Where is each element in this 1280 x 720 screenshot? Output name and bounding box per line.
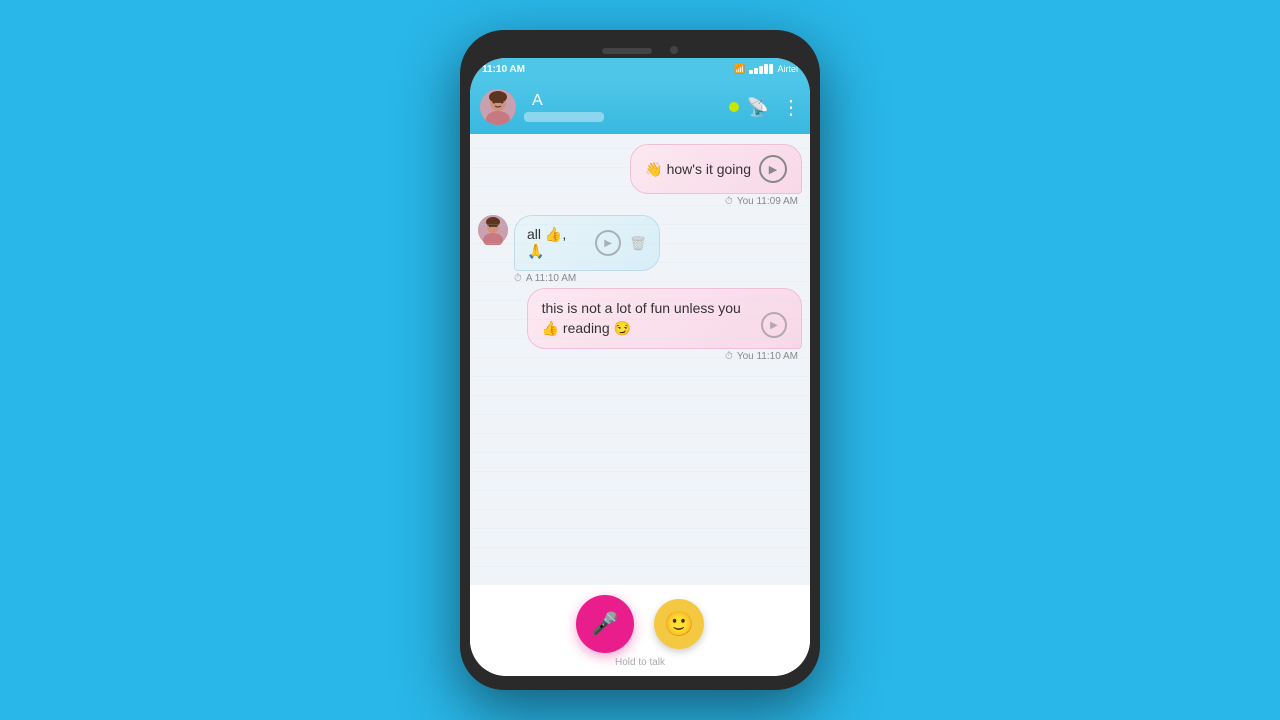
message-meta-3: ⏱ You 11:10 AM <box>725 351 802 362</box>
message-row-2: all 👍, 🙏 ▶ 🗑 <box>478 215 660 271</box>
action-buttons: 🎤 🙂 <box>576 595 704 653</box>
message-meta-2: ⏱ A 11:10 AM <box>478 273 576 284</box>
timer-icon-3: ⏱ <box>725 351 733 362</box>
status-right: 📶 Airtel <box>734 64 798 75</box>
signal-dot-5 <box>769 64 773 74</box>
signal-dots <box>749 64 773 74</box>
message-bubble-2: all 👍, 🙏 ▶ 🗑 <box>514 215 660 271</box>
bottom-toolbar: 🎤 🙂 Hold to talk <box>470 585 810 676</box>
message-text-1: 👋 how's it going <box>645 161 751 178</box>
hold-to-talk-label: Hold to talk <box>615 657 665 668</box>
more-options-icon[interactable]: ⋮ <box>781 95 800 120</box>
play-button-1[interactable]: ▶ <box>759 155 787 183</box>
app-header: A 📡 ⋮ <box>470 80 810 134</box>
mic-button[interactable]: 🎤 <box>576 595 634 653</box>
message-timestamp-3: You 11:10 AM <box>737 351 798 362</box>
incoming-avatar-2 <box>478 215 508 245</box>
message-incoming-2: all 👍, 🙏 ▶ 🗑 ⏱ A 11:10 AM <box>478 215 802 284</box>
status-time: 11:10 AM <box>482 64 525 75</box>
play-button-2[interactable]: ▶ <box>595 230 621 256</box>
phone-speaker <box>602 48 652 54</box>
contact-status-blur <box>524 112 604 122</box>
incoming-avatar-svg <box>478 215 508 245</box>
avatar-svg <box>480 89 516 125</box>
message-meta-1: ⏱ You 11:09 AM <box>725 196 802 207</box>
message-text-3: this is not a lot of fun unless you 👍 re… <box>542 299 753 338</box>
message-text-2: all 👍, 🙏 <box>527 226 587 260</box>
online-status-dot <box>729 102 739 112</box>
emoji-icon: 🙂 <box>664 610 694 639</box>
message-bubble-1: 👋 how's it going ▶ <box>630 144 802 194</box>
contact-avatar <box>480 89 516 125</box>
message-outgoing-3: this is not a lot of fun unless you 👍 re… <box>478 288 802 362</box>
status-bar: 11:10 AM 📶 Airtel <box>470 58 810 80</box>
chat-messages-area: 👋 how's it going ▶ ⏱ You 11:09 AM <box>470 134 810 585</box>
message-timestamp-2: A 11:10 AM <box>526 273 576 284</box>
play-button-3[interactable]: ▶ <box>761 312 787 338</box>
phone-camera <box>670 46 678 54</box>
signal-dot-2 <box>754 68 758 74</box>
avatar-image <box>480 89 516 125</box>
contact-name: A <box>532 92 543 109</box>
signal-dot-3 <box>759 66 763 74</box>
emoji-button[interactable]: 🙂 <box>654 599 704 649</box>
phone-device: 11:10 AM 📶 Airtel <box>460 30 820 690</box>
delete-button-2[interactable]: 🗑 <box>629 235 647 252</box>
broadcast-icon[interactable]: 📡 <box>747 97 769 118</box>
header-icons: 📡 ⋮ <box>747 95 800 120</box>
header-name-area: A <box>524 92 729 122</box>
carrier-name: Airtel <box>777 64 798 74</box>
signal-dot-1 <box>749 70 753 74</box>
timer-icon-2: ⏱ <box>514 273 522 284</box>
phone-screen: 11:10 AM 📶 Airtel <box>470 58 810 676</box>
phone-notch <box>470 40 810 58</box>
wifi-icon: 📶 <box>734 64 745 75</box>
message-bubble-3: this is not a lot of fun unless you 👍 re… <box>527 288 802 349</box>
signal-dot-4 <box>764 64 768 74</box>
timer-icon-1: ⏱ <box>725 196 733 207</box>
message-timestamp-1: You 11:09 AM <box>737 196 798 207</box>
message-outgoing-1: 👋 how's it going ▶ ⏱ You 11:09 AM <box>478 144 802 207</box>
mic-icon: 🎤 <box>591 611 618 637</box>
